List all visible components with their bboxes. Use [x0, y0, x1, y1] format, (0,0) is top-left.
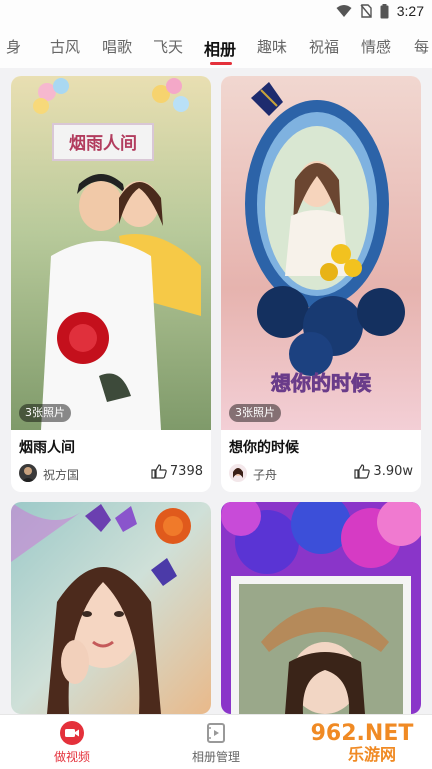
battery-icon — [380, 3, 389, 18]
template-title: 想你的时候 — [229, 440, 299, 456]
overlay-title: 烟雨人间 — [69, 133, 137, 154]
overlay-title: 想你的时候 — [271, 371, 372, 395]
author-name[interactable]: 子舟 — [253, 466, 277, 483]
template-card[interactable] — [221, 502, 421, 714]
album-manage-icon — [207, 723, 225, 743]
active-tab-indicator — [210, 62, 232, 65]
nav-album-manage[interactable]: 相册管理 — [176, 715, 256, 769]
thumbs-up-icon — [151, 464, 167, 479]
status-icons: 3:27 — [336, 3, 424, 19]
status-bar: 3:27 — [0, 0, 432, 24]
photo-count-badge: 3张照片 — [19, 404, 71, 422]
no-sim-icon — [360, 4, 372, 18]
template-thumbnail[interactable] — [11, 502, 211, 714]
template-thumbnail[interactable] — [221, 502, 421, 714]
like-count: 7398 — [169, 464, 203, 479]
avatar-image — [19, 464, 37, 482]
category-tabs: 身 古风 唱歌 飞天 相册 趣味 祝福 情感 每 — [0, 24, 432, 68]
tab-feitian[interactable]: 飞天 — [153, 36, 183, 57]
status-time: 3:27 — [396, 3, 424, 19]
svg-text:乐游网: 乐游网 — [348, 745, 396, 764]
nav-make-video[interactable]: 做视频 — [32, 715, 112, 769]
template-thumbnail[interactable]: 想你的时候 3张照片 — [221, 76, 421, 430]
tab-quwei[interactable]: 趣味 — [257, 36, 287, 57]
tab-zhufu[interactable]: 祝福 — [309, 36, 339, 57]
template-card[interactable]: 烟雨人间 3张照片 烟雨人间 祝方国 7398 — [11, 76, 211, 492]
photo-count-badge: 3张照片 — [229, 404, 281, 422]
card-meta: 祝方国 7398 — [11, 458, 211, 492]
author-name[interactable]: 祝方国 — [43, 466, 79, 483]
tab-changge[interactable]: 唱歌 — [102, 36, 132, 57]
like-count: 3.90w — [373, 464, 413, 479]
balloon-photo-image — [221, 502, 421, 714]
template-card[interactable]: 想你的时候 3张照片 想你的时候 子舟 3.90w — [221, 76, 421, 492]
girl-portrait-image — [11, 502, 211, 714]
video-camera-icon — [60, 721, 84, 745]
tab-qinggan[interactable]: 情感 — [361, 36, 391, 57]
tab-mei[interactable]: 每 — [414, 36, 429, 57]
tab-xiangce[interactable]: 相册 — [204, 36, 236, 60]
nav-label: 做视频 — [53, 750, 90, 764]
avatar-image — [229, 464, 247, 482]
wifi-icon — [336, 5, 352, 17]
template-title: 烟雨人间 — [19, 440, 75, 456]
like-button[interactable]: 3.90w — [354, 464, 413, 479]
svg-text:962.NET: 962.NET — [311, 721, 414, 746]
couple-photo-image: 烟雨人间 — [11, 76, 211, 430]
template-feed[interactable]: 烟雨人间 3张照片 烟雨人间 祝方国 7398 想你的时候 3张照片 想你的时候… — [0, 68, 432, 714]
card-meta: 子舟 3.90w — [221, 458, 421, 492]
nav-label: 相册管理 — [191, 750, 240, 764]
mirror-frame-photo-image: 想你的时候 — [221, 76, 421, 430]
thumbs-up-icon — [354, 464, 371, 479]
tab-shen[interactable]: 身 — [6, 36, 21, 57]
tab-gufeng[interactable]: 古风 — [50, 36, 80, 57]
author-avatar[interactable] — [229, 464, 247, 482]
like-button[interactable]: 7398 — [151, 464, 203, 479]
author-avatar[interactable] — [19, 464, 37, 482]
watermark-logo: 962.NET 乐游网 — [298, 716, 428, 766]
template-thumbnail[interactable]: 烟雨人间 3张照片 — [11, 76, 211, 430]
template-card[interactable] — [11, 502, 211, 714]
